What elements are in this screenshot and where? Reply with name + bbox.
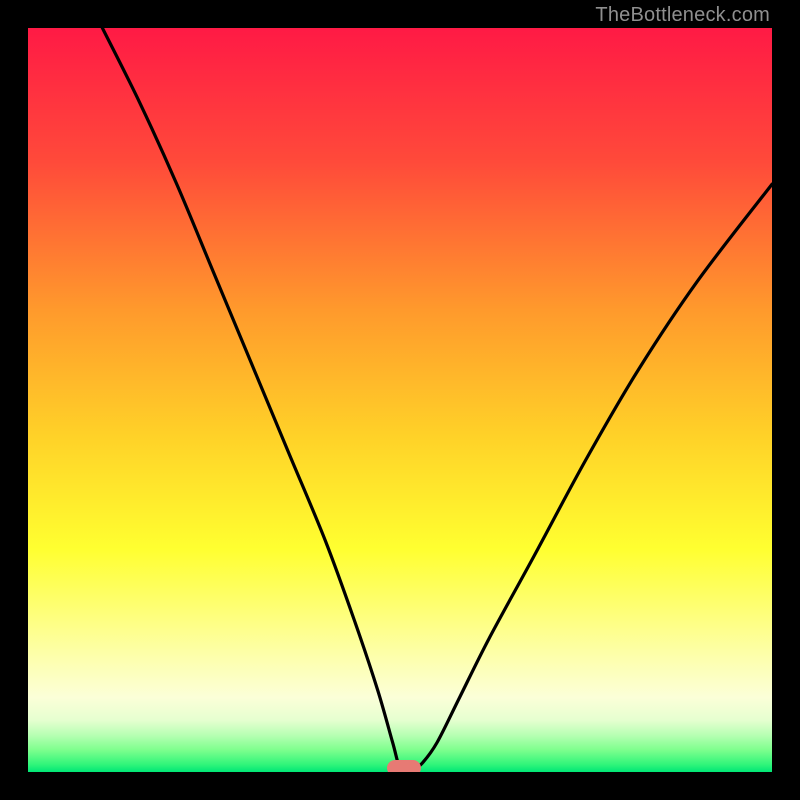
watermark-text: TheBottleneck.com: [595, 4, 770, 27]
bottleneck-curve: [28, 28, 772, 772]
optimal-point-marker: [387, 760, 421, 772]
chart-container: TheBottleneck.com: [0, 0, 800, 800]
plot-area: [28, 28, 772, 772]
